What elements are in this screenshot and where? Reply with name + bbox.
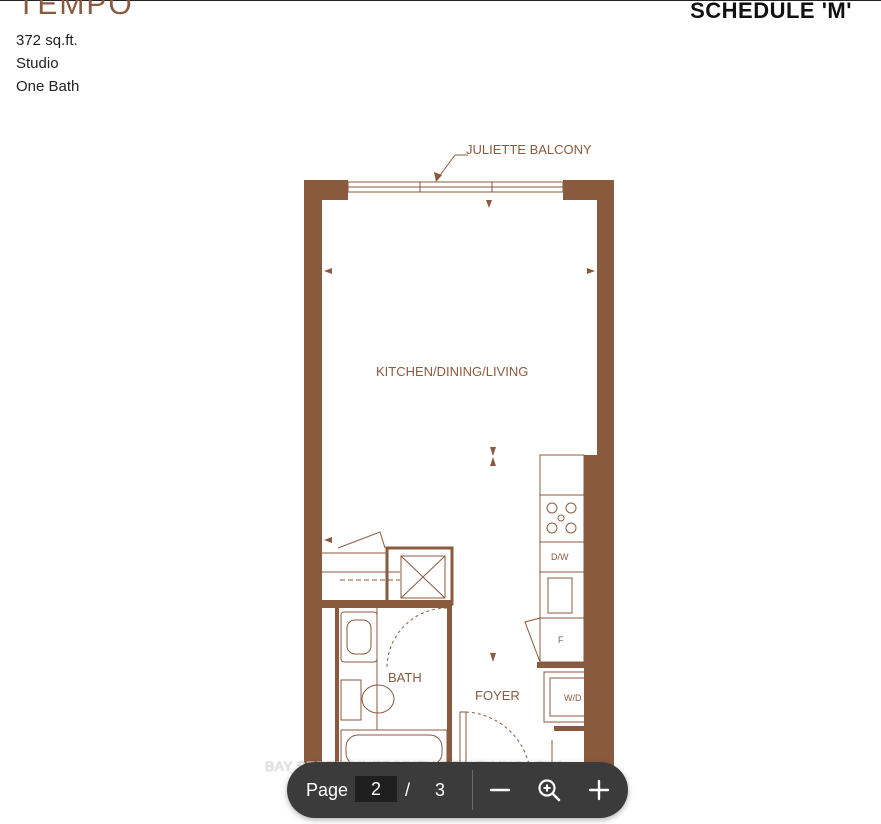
page-separator: / (405, 780, 411, 800)
closet (322, 531, 454, 606)
balcony-window (347, 154, 564, 193)
page-label: Page (306, 780, 349, 800)
wall-bath-left (335, 600, 339, 770)
wall-laundry-top (537, 662, 584, 668)
zoom-fit-button[interactable] (535, 776, 563, 804)
washer-dryer-label: W/D (564, 693, 582, 703)
total-pages: 3 (435, 780, 446, 800)
pdf-toolbar: Page 2 / 3 (287, 762, 628, 818)
dishwasher-label: D/W (551, 552, 569, 562)
bathroom (340, 607, 448, 771)
wall-laundry-bottom (554, 726, 584, 731)
wall-bath-right (447, 600, 452, 770)
wall-right-upper (597, 180, 614, 455)
balcony-label: JULIETTE BALCONY (466, 142, 592, 157)
zoom-out-icon (489, 788, 511, 792)
zoom-icon (538, 779, 561, 802)
wall-right-lower (584, 455, 614, 780)
foyer-label: FOYER (475, 688, 520, 703)
zoom-out-button[interactable] (486, 776, 514, 804)
dimension-marks (324, 200, 595, 662)
wall-left (304, 180, 322, 780)
main-room-label: KITCHEN/DINING/LIVING (376, 364, 528, 379)
fridge-label: F (558, 635, 564, 645)
zoom-in-button[interactable] (585, 776, 613, 804)
walls (304, 180, 614, 780)
current-page-input[interactable]: 2 (355, 776, 397, 802)
floor-plan: JULIETTE BALCONY KITCHEN/DINING/LIVING D… (304, 142, 614, 781)
bath-label: BATH (388, 670, 422, 685)
zoom-in-icon (588, 779, 610, 801)
toolbar-divider (472, 770, 473, 810)
